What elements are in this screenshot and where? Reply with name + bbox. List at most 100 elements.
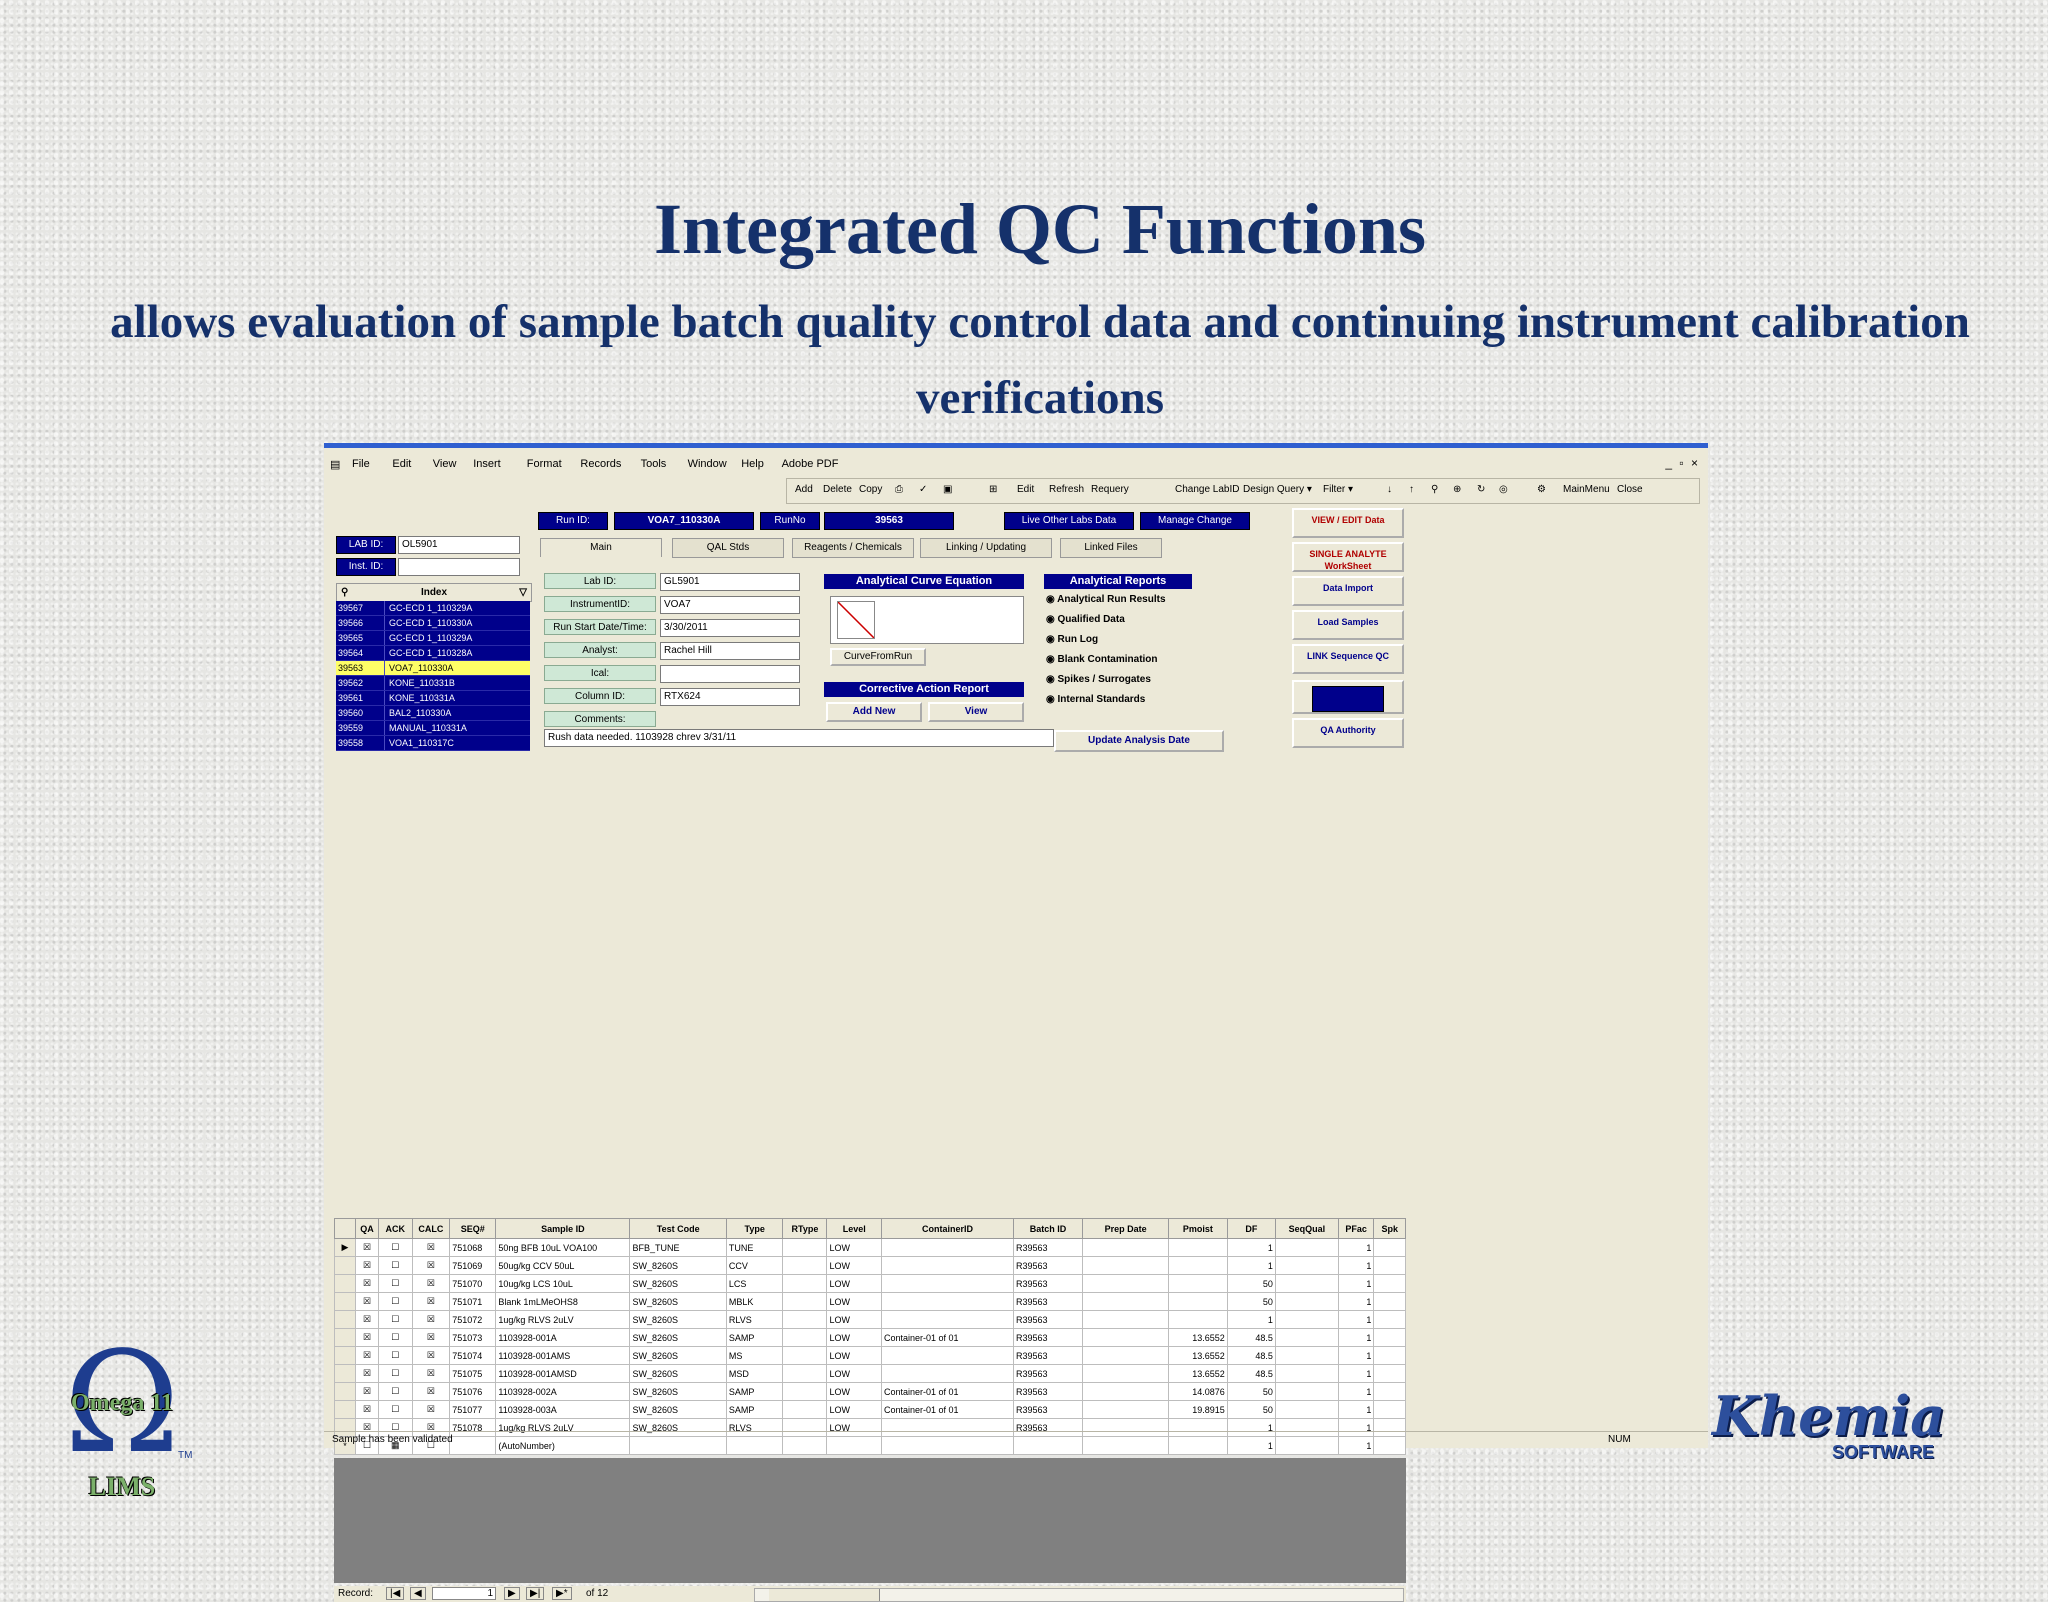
record-number-input[interactable]: 1 — [432, 1587, 496, 1600]
column-header[interactable]: SEQ# — [449, 1218, 497, 1239]
table-cell[interactable]: ☒ — [354, 1328, 380, 1347]
comments-field[interactable]: Rush data needed. 1103928 chrev 3/31/11 — [544, 729, 1054, 747]
table-cell[interactable]: ☒ — [354, 1382, 380, 1401]
column-header[interactable]: Batch ID — [1012, 1218, 1084, 1239]
field-value[interactable]: GL5901 — [660, 573, 800, 591]
index-row[interactable]: 39565 GC-ECD 1_110329A — [336, 631, 530, 646]
toolbar-item-9[interactable]: MainMenu — [1563, 484, 1610, 495]
toolbar-item-1[interactable]: Delete — [823, 484, 852, 495]
scrollbar-thumb[interactable] — [769, 1589, 880, 1601]
column-header[interactable]: Type — [725, 1218, 784, 1239]
table-cell[interactable]: ☐ — [378, 1310, 413, 1329]
table-row[interactable]: ☒ ☐ ☒ 751077 1103928-003A SW_8260S SAMP LOW Cont… — [334, 1400, 1406, 1419]
table-cell[interactable]: ☐ — [378, 1364, 413, 1383]
column-header[interactable]: Spk — [1373, 1218, 1406, 1239]
save-icon[interactable]: ▣ — [943, 484, 952, 495]
update-analysis-date-button[interactable]: Update Analysis Date — [1054, 730, 1224, 752]
sample-grid[interactable]: QA ACK CALC SEQ# Sample ID Test Code Type RType… — [334, 1218, 1406, 1455]
inst-id-select[interactable] — [398, 558, 520, 576]
index-row[interactable]: 39562 KONE_110331B — [336, 676, 530, 691]
field-value[interactable] — [660, 665, 800, 683]
report-option[interactable]: ◉ Blank Contamination — [1046, 654, 1158, 665]
run-no-value[interactable]: 39563 — [824, 512, 954, 530]
table-cell[interactable]: ☒ — [354, 1274, 380, 1293]
table-cell[interactable]: ☒ — [354, 1364, 380, 1383]
report-option[interactable]: ◉ Run Log — [1046, 634, 1098, 645]
table-cell[interactable]: ☐ — [378, 1382, 413, 1401]
manage-change-checkbox[interactable]: Manage Change — [1140, 512, 1250, 530]
toolbar-item-6[interactable]: Change LabID — [1175, 484, 1240, 495]
column-header[interactable] — [334, 1218, 356, 1239]
table-cell[interactable]: ☒ — [411, 1238, 451, 1257]
table-cell[interactable]: ☒ — [354, 1346, 380, 1365]
curve-graph-icon[interactable] — [837, 601, 875, 639]
index-row[interactable]: 39563 VOA7_110330A — [336, 661, 530, 676]
radio-icon[interactable]: ◉ — [1046, 674, 1058, 685]
column-header[interactable]: Prep Date — [1082, 1218, 1170, 1239]
column-header[interactable]: QA — [354, 1218, 380, 1239]
column-header[interactable]: Test Code — [629, 1218, 727, 1239]
toolbar-item-10[interactable]: Close — [1617, 484, 1643, 495]
sort-asc-icon[interactable]: ↓ — [1387, 484, 1392, 495]
index-row[interactable]: 39566 GC-ECD 1_110330A — [336, 616, 530, 631]
table-row[interactable]: ▶ ☒ ☐ ☒ 751068 50ng BFB 10uL VOA100 BFB_TUNE TU… — [334, 1238, 1406, 1257]
table-cell[interactable]: ☒ — [411, 1310, 451, 1329]
radio-icon[interactable]: ◉ — [1046, 614, 1058, 625]
toolbar-item-7[interactable]: Design Query ▾ — [1243, 484, 1312, 495]
prev-record-button[interactable]: ◀ — [410, 1587, 426, 1600]
view-button[interactable]: View — [928, 702, 1024, 722]
column-header[interactable]: ContainerID — [880, 1218, 1014, 1239]
table-cell[interactable]: ☒ — [354, 1292, 380, 1311]
table-cell[interactable]: ☐ — [378, 1292, 413, 1311]
tab-main[interactable]: Main — [540, 538, 662, 557]
table-row[interactable]: ☒ ☐ ☒ 751076 1103928-002A SW_8260S SAMP LOW Cont… — [334, 1382, 1406, 1401]
menu-item-7[interactable]: Window — [688, 458, 727, 470]
table-cell[interactable]: ☒ — [411, 1346, 451, 1365]
menu-item-3[interactable]: Insert — [473, 458, 501, 470]
find-icon[interactable]: ⚲ — [1431, 484, 1438, 495]
field-value[interactable]: 3/30/2011 — [660, 619, 800, 637]
column-header[interactable]: Sample ID — [495, 1218, 631, 1239]
column-header[interactable]: RType — [782, 1218, 828, 1239]
table-cell[interactable]: ☐ — [378, 1328, 413, 1347]
table-cell[interactable]: ☐ — [378, 1400, 413, 1419]
field-value[interactable]: VOA7 — [660, 596, 800, 614]
next-record-button[interactable]: ▶ — [504, 1587, 520, 1600]
toolbar-item-2[interactable]: Copy — [859, 484, 882, 495]
menu-item-2[interactable]: View — [433, 458, 457, 470]
column-header[interactable]: SeqQual — [1274, 1218, 1339, 1239]
table-row[interactable]: ☒ ☐ ☒ 751074 1103928-001AMS SW_8260S MS LOW R395… — [334, 1346, 1406, 1365]
lab-id-select[interactable]: OL5901 — [398, 536, 520, 554]
filter-icon[interactable]: ⚲ — [341, 584, 348, 601]
index-list[interactable]: 39567 GC-ECD 1_110329A 39566 GC-ECD 1_11033… — [336, 601, 530, 751]
field-value[interactable]: Rachel Hill — [660, 642, 800, 660]
last-record-button[interactable]: ▶| — [526, 1587, 545, 1600]
index-row[interactable]: 39558 VOA1_110317C — [336, 736, 530, 751]
table-row[interactable]: ☒ ☐ ☒ 751073 1103928-001A SW_8260S SAMP LOW Cont… — [334, 1328, 1406, 1347]
column-header[interactable]: Pmoist — [1168, 1218, 1228, 1239]
report-option[interactable]: ◉ Spikes / Surrogates — [1046, 674, 1151, 685]
table-cell[interactable]: ☐ — [378, 1238, 413, 1257]
excel-icon[interactable]: ⊞ — [989, 484, 997, 495]
tab-reagents-chemicals[interactable]: Reagents / Chemicals — [792, 538, 914, 558]
radio-icon[interactable]: ◉ — [1046, 634, 1058, 645]
menu-item-8[interactable]: Help — [741, 458, 764, 470]
toolbar-item-4[interactable]: Refresh — [1049, 484, 1084, 495]
add-new-button[interactable]: Add New — [826, 702, 922, 722]
gear-icon[interactable]: ⚙ — [1537, 484, 1546, 495]
table-cell[interactable]: ☒ — [411, 1400, 451, 1419]
table-cell[interactable]: ☒ — [354, 1238, 380, 1257]
menu-item-9[interactable]: Adobe PDF — [782, 458, 839, 470]
side-button-4[interactable]: LINK Sequence QC — [1292, 644, 1404, 674]
toolbar-item-5[interactable]: Requery — [1091, 484, 1129, 495]
new-record-button[interactable]: ▶* — [552, 1587, 572, 1600]
table-cell[interactable]: ☒ — [411, 1274, 451, 1293]
column-header[interactable]: PFac — [1337, 1218, 1375, 1239]
index-row[interactable]: 39559 MANUAL_110331A — [336, 721, 530, 736]
spell-icon[interactable]: ✓ — [919, 484, 927, 495]
field-value[interactable]: RTX624 — [660, 688, 800, 706]
toolbar-item-0[interactable]: Add — [795, 484, 813, 495]
table-row[interactable]: ☒ ☐ ☒ 751069 50ug/kg CCV 50uL SW_8260S CCV LOW R… — [334, 1256, 1406, 1275]
tab-linked-files[interactable]: Linked Files — [1060, 538, 1162, 558]
table-row[interactable]: ☒ ☐ ☒ 751070 10ug/kg LCS 10uL SW_8260S LCS LOW R… — [334, 1274, 1406, 1293]
